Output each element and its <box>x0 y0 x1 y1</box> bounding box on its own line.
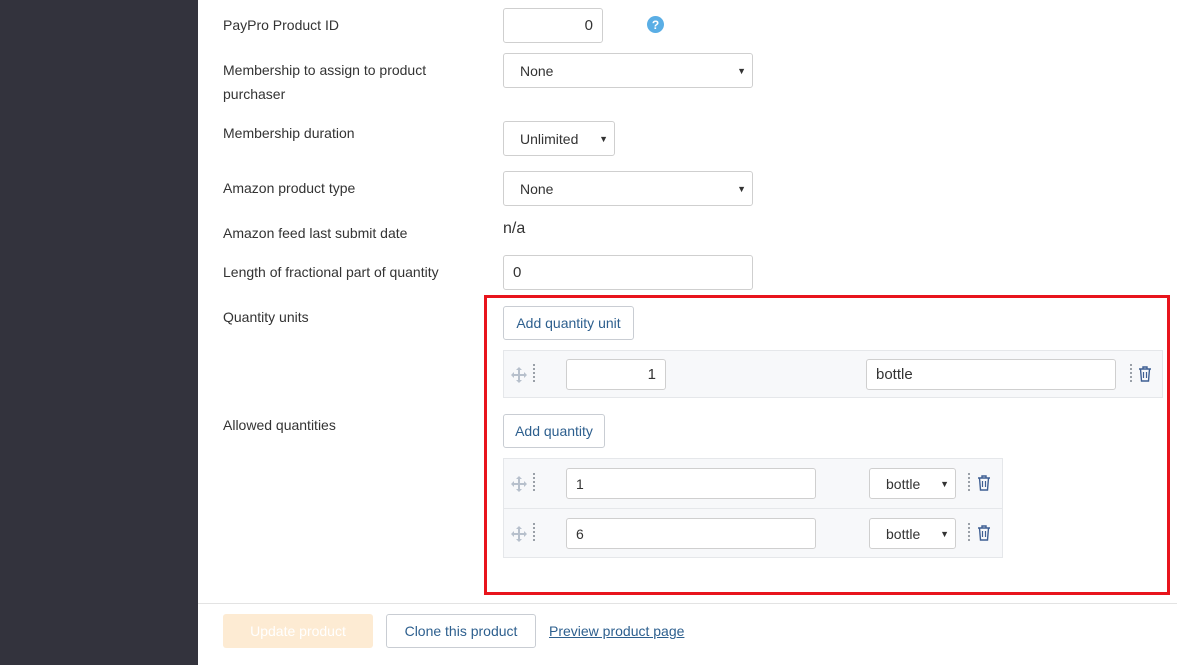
amazon-product-type-select[interactable]: None ▼ <box>503 171 753 206</box>
preview-product-link[interactable]: Preview product page <box>549 623 684 639</box>
left-sidebar <box>0 0 198 665</box>
highlight-box <box>484 295 1170 595</box>
membership-select-value: None <box>520 62 554 79</box>
caret-down-icon: ▼ <box>737 65 746 76</box>
membership-label-line2: purchaser <box>223 86 286 102</box>
fraction-length-input[interactable]: 0 <box>503 255 753 290</box>
clone-product-button[interactable]: Clone this product <box>386 614 536 648</box>
caret-down-icon: ▼ <box>599 133 608 144</box>
amazon-feed-date-value: n/a <box>503 220 526 237</box>
footer-divider <box>198 603 1177 604</box>
question-circle-icon[interactable]: ? <box>647 16 664 33</box>
allowed-quantities-label: Allowed quantities <box>223 417 336 433</box>
membership-label-line1: Membership to assign to product <box>223 62 427 78</box>
amazon-product-type-value: None <box>520 180 554 197</box>
product-edit-form: PayPro Product ID 0 ? Membership to assi… <box>198 0 1177 665</box>
paypro-product-id-label: PayPro Product ID <box>223 17 339 33</box>
amazon-product-type-label: Amazon product type <box>223 180 356 196</box>
quantity-units-label: Quantity units <box>223 309 309 325</box>
update-product-button[interactable]: Update product <box>223 614 373 648</box>
paypro-product-id-input[interactable]: 0 <box>503 8 603 43</box>
fraction-length-label: Length of fractional part of quantity <box>223 264 439 280</box>
membership-select[interactable]: None ▼ <box>503 53 753 88</box>
membership-duration-value: Unlimited <box>520 130 579 147</box>
membership-duration-select[interactable]: Unlimited ▼ <box>503 121 615 156</box>
membership-duration-label: Membership duration <box>223 125 355 141</box>
caret-down-icon: ▼ <box>737 183 746 194</box>
amazon-feed-date-label: Amazon feed last submit date <box>223 225 408 241</box>
